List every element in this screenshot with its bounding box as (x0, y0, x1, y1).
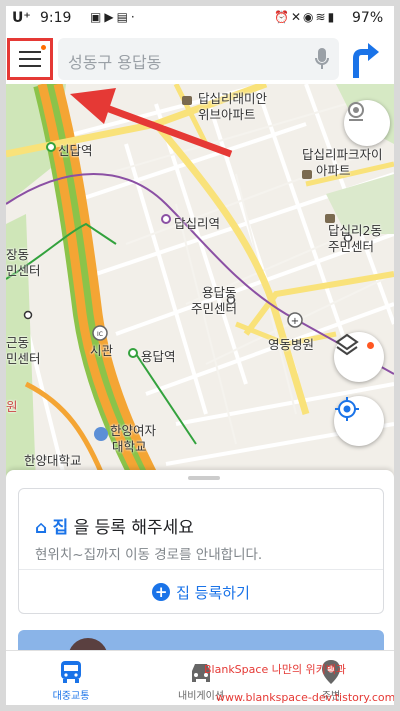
watermark-line1: BlankSpace 나만의 위키백과 (204, 663, 347, 676)
card-title-rest: 을 등록 해주세요 (73, 518, 194, 538)
tab-transit-label: 대중교통 (52, 691, 90, 702)
home-register-card: ⌂ 집 을 등록 해주세요 현위치~집까지 이동 경로를 안내합니다. + 집 … (18, 488, 384, 614)
register-home-button[interactable]: + 집 등록하기 (19, 571, 383, 613)
search-input[interactable]: 성동구 용답동 (58, 38, 339, 80)
street-view-icon (348, 102, 364, 121)
signal-icon: ▮ (327, 10, 337, 24)
map-label-hanyang2: 대학교 (112, 439, 147, 454)
register-home-label: 집 등록하기 (176, 583, 250, 602)
map-label-hanyang-univ: 한양대학교 (24, 453, 82, 468)
my-location-icon (335, 397, 359, 421)
bottom-navigation: 대중교통 내비게이션 주변 BlankSpace 나만의 위키백과 www.bl… (6, 650, 396, 705)
svg-text:+: + (291, 316, 299, 327)
map-label-geundong2: 민센터 (6, 351, 41, 366)
battery-level: 97% (352, 10, 384, 26)
watermark-line2: www.blankspace-dev.tistory.com (216, 691, 396, 704)
phone-screen: U⁺ 9:19 ▣▶▤· ⏰✕◉≋▮ 97% 성동구 용답동 + IC 답십리래… (0, 0, 400, 711)
map-label-dapsimni: 답십리역 (174, 216, 221, 231)
menu-button[interactable] (7, 38, 53, 80)
search-placeholder: 성동구 용답동 (68, 53, 162, 72)
dot-icon: · (130, 10, 138, 24)
card-title-home: 집 (52, 518, 69, 538)
map-view[interactable]: + IC 답십리래미안 위브아파트 답십리파크자이 아파트 신답역 답십리역 답… (6, 84, 394, 484)
layers-button[interactable] (334, 332, 384, 382)
directions-icon (353, 43, 379, 78)
map-label-youngdong: 영동병원 (268, 337, 315, 352)
image-icon: ▣ (90, 10, 105, 24)
hamburger-icon (19, 51, 41, 67)
map-label-yongdap: 용답역 (141, 349, 176, 364)
bus-icon (16, 657, 126, 687)
map-label-jangdong2: 민센터 (6, 263, 41, 278)
directions-button[interactable] (350, 40, 380, 82)
svg-text:IC: IC (97, 331, 103, 338)
layers-notification-dot (367, 342, 374, 349)
street-view-button[interactable] (344, 100, 390, 146)
card-subtitle: 현위치~집까지 이동 경로를 안내합니다. (35, 547, 263, 563)
my-location-button[interactable] (334, 396, 384, 446)
card-divider (19, 569, 383, 570)
video-icon: ▶ (104, 10, 117, 24)
map-label-apt2b: 아파트 (316, 163, 351, 178)
carrier-label: U⁺ (12, 10, 31, 26)
plus-icon: + (152, 583, 171, 601)
system-icons: ⏰✕◉≋▮ (274, 10, 336, 24)
notification-icons: ▣▶▤· (90, 10, 138, 24)
layers-icon (335, 333, 359, 356)
bottom-sheet: ⌂ 집 을 등록 해주세요 현위치~집까지 이동 경로를 안내합니다. + 집 … (6, 470, 394, 670)
clock: 9:19 (40, 10, 72, 26)
tab-transit[interactable]: 대중교통 (16, 657, 126, 702)
mute-icon: ✕ (290, 10, 304, 24)
notification-dot (41, 45, 46, 50)
map-label-yongdap-center2: 주민센터 (191, 301, 238, 316)
map-label-won: 원 (6, 399, 18, 414)
location-icon: ◉ (303, 10, 316, 24)
map-label-dapsimni2b: 주민센터 (328, 239, 375, 254)
search-header: 성동구 용답동 (6, 34, 394, 84)
alarm-icon: ⏰ (274, 10, 291, 24)
map-label-apt1b: 위브아파트 (198, 107, 256, 122)
home-icon: ⌂ (35, 518, 48, 538)
sheet-drag-handle[interactable] (188, 476, 220, 480)
wifi-icon: ≋ (315, 10, 328, 24)
microphone-icon[interactable] (315, 47, 329, 75)
card-title: ⌂ 집 을 등록 해주세요 (35, 513, 194, 538)
news-icon: ▤ (116, 10, 131, 24)
map-label-sindap: 신답역 (58, 143, 93, 158)
map-label-sigwan: 시관 (90, 343, 114, 358)
status-bar: U⁺ 9:19 ▣▶▤· ⏰✕◉≋▮ 97% (6, 6, 394, 34)
